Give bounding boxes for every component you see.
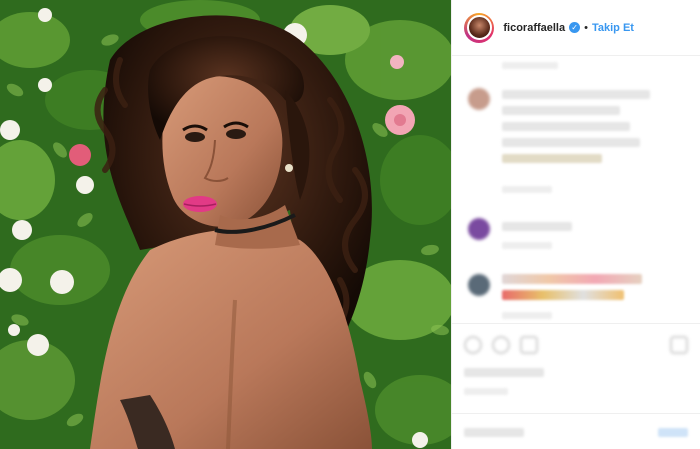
post-actions — [452, 323, 700, 413]
comment-icon[interactable] — [492, 336, 511, 354]
blurred-text — [502, 122, 631, 131]
bookmark-icon[interactable] — [670, 336, 689, 354]
avatar[interactable] — [468, 274, 491, 296]
username-link[interactable]: ficoraffaella — [503, 22, 565, 34]
follow-button[interactable]: Takip Et — [592, 22, 634, 34]
blurred-text — [464, 388, 509, 395]
avatar[interactable] — [468, 88, 491, 110]
post-photo[interactable] — [0, 0, 452, 449]
blurred-text — [502, 154, 603, 163]
portrait-photo-illustration — [0, 0, 452, 449]
avatar[interactable] — [468, 218, 491, 240]
blurred-text — [502, 62, 559, 69]
blurred-text — [502, 312, 553, 319]
blurred-text — [464, 428, 525, 437]
like-icon[interactable] — [464, 336, 483, 354]
post-side-panel: ficoraffaella ✓ • Takip Et — [451, 0, 700, 449]
share-icon[interactable] — [520, 336, 539, 354]
story-ring[interactable] — [464, 12, 495, 43]
blurred-text — [464, 368, 545, 377]
avatar[interactable] — [466, 15, 492, 40]
add-comment-bar[interactable] — [452, 413, 700, 449]
comments-list[interactable] — [452, 56, 700, 323]
blurred-text — [502, 290, 625, 300]
blurred-text — [658, 428, 689, 437]
header-separator: • — [584, 21, 588, 34]
verified-check-icon: ✓ — [569, 22, 581, 33]
post-header: ficoraffaella ✓ • Takip Et — [452, 0, 700, 56]
blurred-text — [502, 138, 641, 147]
blurred-text — [502, 106, 621, 115]
blurred-text — [502, 90, 651, 99]
blurred-text — [502, 274, 643, 284]
blurred-text — [502, 186, 553, 193]
blurred-text — [502, 222, 573, 231]
blurred-text — [502, 242, 553, 249]
instagram-post: ficoraffaella ✓ • Takip Et — [0, 0, 700, 449]
